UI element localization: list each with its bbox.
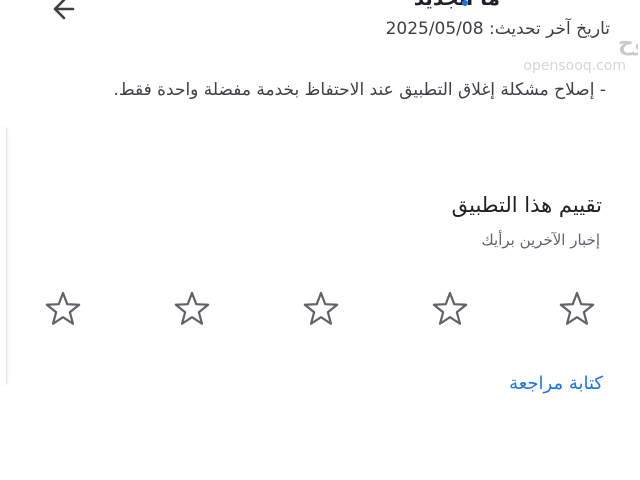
changelog-text: - إصلاح مشكلة إغلاق التطبيق عند الاحتفاظ… bbox=[113, 80, 606, 100]
status-dot bbox=[462, 0, 468, 6]
rate-app-subtitle: إخبار الآخرين برأيك bbox=[481, 231, 600, 249]
app-screen: ما الجديد تاريخ آخر تحديث: 2025/05/08 ال… bbox=[0, 0, 640, 480]
arrow-left-icon bbox=[49, 0, 79, 28]
back-button[interactable] bbox=[44, 0, 84, 28]
star-button-2[interactable] bbox=[169, 286, 215, 332]
star-button-1[interactable] bbox=[40, 286, 86, 332]
star-outline-icon bbox=[432, 291, 468, 325]
star-outline-icon bbox=[559, 291, 595, 325]
star-button-3[interactable] bbox=[298, 286, 344, 332]
star-outline-icon bbox=[45, 291, 81, 325]
star-outline-icon bbox=[174, 291, 210, 325]
star-button-4[interactable] bbox=[427, 286, 473, 332]
star-button-5[interactable] bbox=[554, 286, 600, 332]
svg-text:السوق المفتوح: السوق المفتوح bbox=[618, 31, 638, 56]
star-outline-icon bbox=[303, 291, 339, 325]
write-review-link[interactable]: كتابة مراجعة bbox=[509, 373, 603, 394]
page-title: ما الجديد bbox=[414, 0, 500, 10]
side-panel-edge bbox=[0, 128, 7, 384]
star-rating bbox=[0, 286, 640, 332]
rate-app-title: تقييم هذا التطبيق bbox=[451, 193, 602, 217]
